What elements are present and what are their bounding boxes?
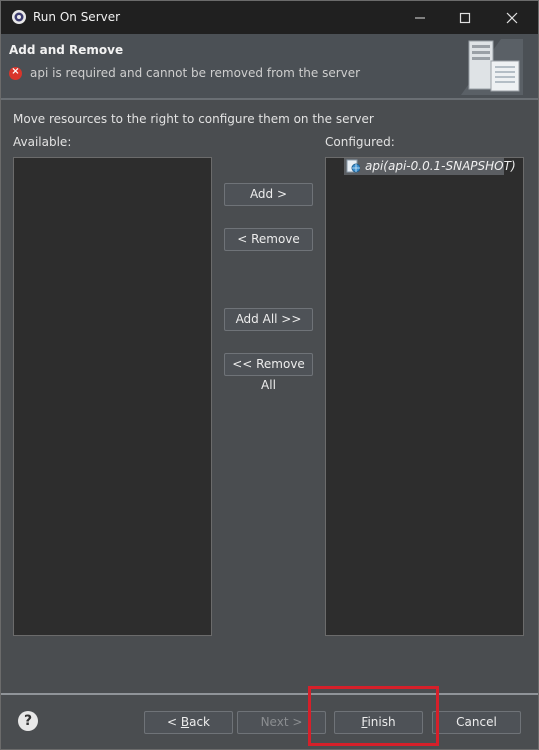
back-prefix: < <box>166 715 181 729</box>
maximize-icon <box>459 12 471 24</box>
footer-separator <box>1 693 538 695</box>
instruction-text: Move resources to the right to configure… <box>13 112 374 126</box>
help-icon[interactable]: ? <box>18 711 38 731</box>
title-bar[interactable]: Run On Server <box>1 1 538 34</box>
minimize-icon <box>415 17 425 19</box>
web-module-icon <box>346 159 360 173</box>
cancel-button[interactable]: Cancel <box>432 711 521 734</box>
configured-list[interactable] <box>325 157 524 636</box>
window-title: Run On Server <box>33 10 121 24</box>
available-label: Available: <box>13 135 72 149</box>
run-on-server-dialog: Run On Server Add and Remove × api is re… <box>0 0 539 750</box>
app-icon <box>12 10 26 24</box>
error-message: api is required and cannot be removed fr… <box>30 66 361 80</box>
back-rest: ack <box>189 715 210 729</box>
back-mnemonic: B <box>180 715 190 729</box>
available-list[interactable] <box>13 157 212 636</box>
configured-item-label: api(api-0.0.1-SNAPSHOT) <box>365 159 516 173</box>
header-separator <box>1 98 538 100</box>
close-icon <box>506 12 518 24</box>
close-button[interactable] <box>489 1 535 34</box>
wizard-header: Add and Remove × api is required and can… <box>1 34 538 98</box>
maximize-button[interactable] <box>442 1 488 34</box>
page-title: Add and Remove <box>9 43 124 57</box>
remove-all-button[interactable]: << Remove All <box>224 353 313 392</box>
configured-label: Configured: <box>325 135 395 149</box>
server-banner-icon <box>461 39 523 95</box>
add-button[interactable]: Add > <box>224 183 313 206</box>
minimize-button[interactable] <box>397 1 443 34</box>
finish-highlight-box <box>308 686 439 746</box>
error-icon: × <box>9 66 22 80</box>
configured-item-api[interactable]: api(api-0.0.1-SNAPSHOT) <box>344 158 516 175</box>
add-all-button[interactable]: Add All >> <box>224 308 313 331</box>
back-button[interactable]: < Back <box>144 711 233 734</box>
remove-button[interactable]: < Remove <box>224 228 313 251</box>
